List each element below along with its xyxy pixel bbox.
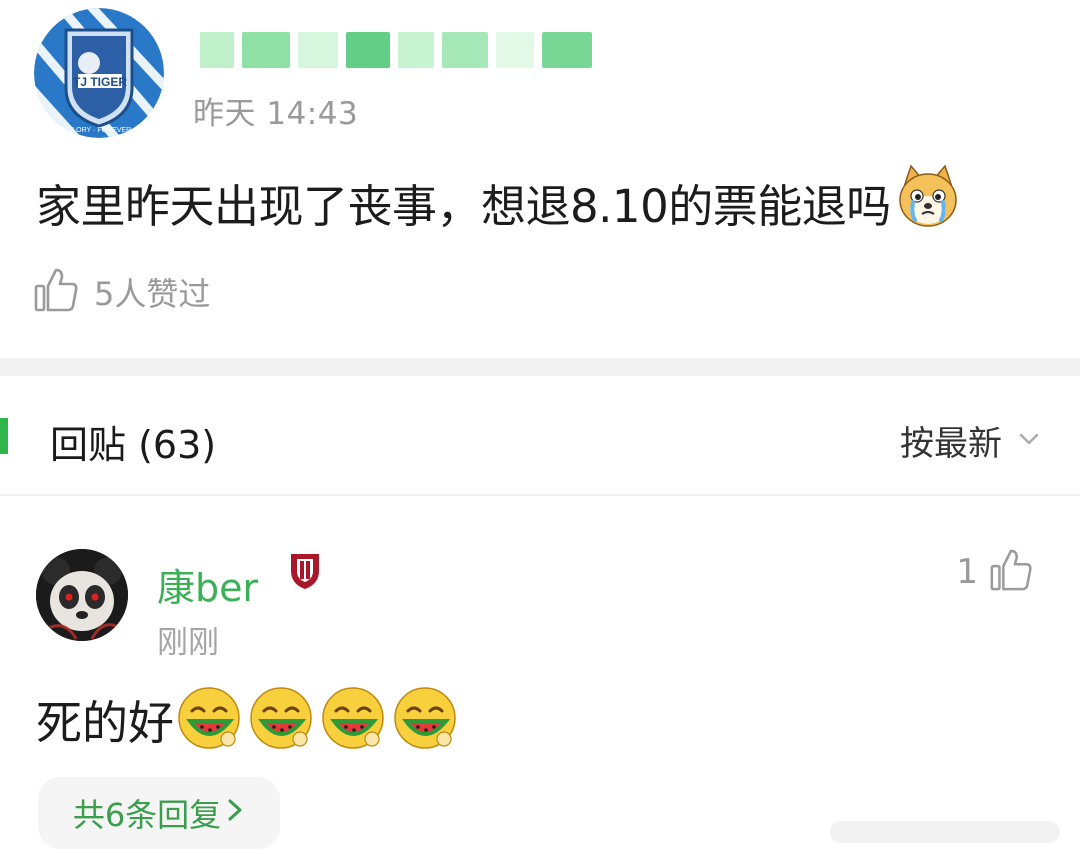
post-author-avatar[interactable]: TJ TIGER GLORY · FOREVER [34,8,164,138]
post-time: 昨天 14:43 [193,96,359,132]
comment-like-button[interactable]: 1 [956,547,1034,597]
post-card: TJ TIGER GLORY · FOREVER 昨天 14:43 家里昨天出现… [0,0,1080,358]
view-replies-button[interactable]: 共6条回复 [38,777,280,849]
post-content: 家里昨天出现了丧事，想退8.10的票能退吗 [36,162,963,243]
author-mosaic-block [242,32,290,68]
author-mosaic-block [442,32,488,68]
watermark-image [830,811,1060,851]
post-author-name-mosaic[interactable] [200,32,620,68]
shield-badge-icon [288,551,322,595]
replies-title: 回贴 (63) [50,423,217,467]
view-replies-label: 共6条回复 [72,796,222,834]
thumbs-up-icon [988,547,1034,597]
author-mosaic-block [398,32,434,68]
crying-shiba-emoji-icon [893,162,963,243]
section-divider [0,358,1080,376]
author-mosaic-block [200,32,234,68]
chevron-right-icon [225,796,245,831]
sort-dropdown[interactable]: 按最新 [900,416,1042,465]
eating-watermelon-emoji-icon [248,685,314,755]
comment-time: 刚刚 [157,625,219,661]
comment-item: 康ber 刚刚 1 死的好 共6条回复 [0,497,1080,854]
comment-content: 死的好 [36,685,464,755]
eating-watermelon-emoji-icon [392,685,458,755]
post-text: 家里昨天出现了丧事，想退8.10的票能退吗 [36,180,891,233]
chevron-down-icon [1016,426,1042,456]
commenter-avatar[interactable] [36,549,128,641]
eating-watermelon-emoji-icon [176,685,242,755]
author-mosaic-block [542,32,592,68]
svg-text:GLORY · FOREVER: GLORY · FOREVER [67,127,131,134]
comment-text: 死的好 [36,696,174,750]
author-mosaic-block [496,32,534,68]
eating-watermelon-emoji-icon [320,685,386,755]
comment-like-count: 1 [956,552,978,592]
sort-label: 按最新 [900,424,1002,464]
svg-text:TJ TIGER: TJ TIGER [73,75,127,89]
post-likes[interactable]: 5人赞过 [32,266,210,318]
section-accent-bar [0,418,8,454]
author-mosaic-block [298,32,338,68]
thumbs-up-icon [32,266,80,318]
replies-header: 回贴 (63) 按最新 [0,376,1080,496]
emoji-row [176,685,464,755]
author-mosaic-block [346,32,390,68]
likes-count-text: 5人赞过 [94,275,211,313]
commenter-username[interactable]: 康ber [157,557,258,612]
